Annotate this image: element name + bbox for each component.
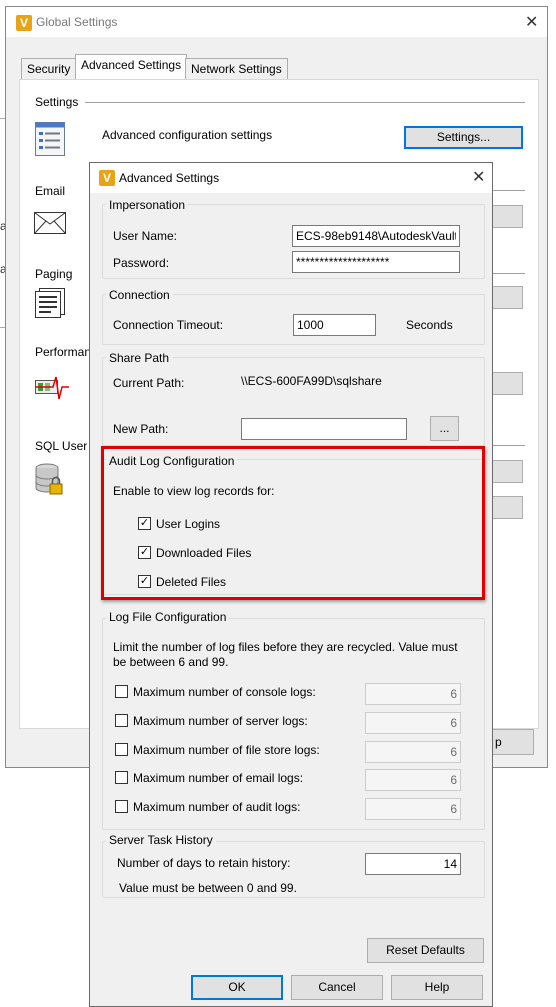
ok-button[interactable]: OK [191,975,283,1000]
paging-document-icon [35,288,65,318]
performance-pulse-icon [35,373,69,403]
reset-defaults-button[interactable]: Reset Defaults [367,938,484,963]
global-titlebar: V Global Settings ✕ [6,7,547,37]
audit-logs-label: Maximum number of audit logs: [133,800,301,814]
username-input[interactable] [292,225,460,247]
server-logs-checkbox[interactable] [115,714,128,727]
task-history-header: Server Task History [106,833,216,847]
tab-advanced-settings[interactable]: Advanced Settings [75,54,188,80]
file-store-logs-checkbox[interactable] [115,743,128,756]
open-settings-button[interactable]: Settings... [404,126,523,149]
log-file-description-line-1: Limit the number of log files before the… [113,640,458,654]
connection-timeout-unit: Seconds [406,318,453,332]
settings-section-header: Settings [35,95,79,109]
performance-settings-button-fragment[interactable] [490,372,523,395]
server-logs-input[interactable] [365,712,461,734]
email-logs-input[interactable] [365,769,461,791]
tab-network-settings[interactable]: Network Settings [185,58,288,80]
impersonation-header: Impersonation [106,198,189,212]
cancel-button[interactable]: Cancel [291,975,383,1000]
console-logs-checkbox[interactable] [115,685,128,698]
console-logs-label: Maximum number of console logs: [133,685,316,699]
global-help-button-fragment-label: p [495,735,502,749]
retain-days-label: Number of days to retain history: [117,856,291,870]
paging-section-header: Paging [35,267,73,281]
sql-section-divider [490,445,525,446]
email-envelope-icon [34,212,66,234]
new-path-input[interactable] [241,418,407,440]
sql-settings-button-fragment-2[interactable] [490,496,523,519]
log-file-description-line-2: be between 6 and 99. [113,655,229,669]
username-label: User Name: [113,229,178,243]
email-logs-label: Maximum number of email logs: [133,771,304,785]
retain-days-input[interactable] [365,853,461,875]
share-path-header: Share Path [106,351,173,365]
dialog-vault-logo-icon: V [99,170,115,186]
dialog-close-icon[interactable]: ✕ [472,170,485,186]
email-section-divider [490,190,525,191]
settings-description: Advanced configuration settings [102,128,273,142]
password-label: Password: [113,256,170,270]
email-logs-checkbox[interactable] [115,771,128,784]
file-store-logs-input[interactable] [365,741,461,763]
global-help-button-fragment[interactable]: p [490,729,534,755]
dialog-title: Advanced Settings [119,171,220,185]
help-button[interactable]: Help [391,975,483,1000]
server-logs-label: Maximum number of server logs: [133,714,308,728]
new-path-label: New Path: [113,422,169,436]
global-window-title: Global Settings [36,15,118,29]
vault-logo-icon: V [16,15,32,31]
connection-timeout-input[interactable] [293,314,376,336]
retain-days-note: Value must be between 0 and 99. [119,881,297,895]
log-file-header: Log File Configuration [106,610,230,624]
dialog-titlebar: V Advanced Settings ✕ [90,163,492,193]
paging-section-divider [490,273,525,274]
connection-header: Connection [106,288,173,302]
email-section-header: Email [35,184,66,198]
settings-list-icon [35,122,65,156]
file-store-logs-label: Maximum number of file store logs: [133,743,320,757]
database-lock-icon [35,463,67,497]
sql-settings-button-fragment-1[interactable] [490,460,523,483]
connection-timeout-label: Connection Timeout: [113,318,224,332]
audit-logs-input[interactable] [365,798,461,820]
tab-security[interactable]: Security [21,58,77,80]
browse-path-button[interactable]: ... [430,416,459,441]
console-logs-input[interactable] [365,683,461,705]
current-path-value: \\ECS-600FA99D\sqlshare [241,374,382,388]
password-input[interactable] [292,251,460,273]
audit-logs-checkbox[interactable] [115,800,128,813]
current-path-label: Current Path: [113,376,185,390]
email-settings-button-fragment[interactable] [490,205,523,228]
global-close-icon[interactable]: ✕ [525,15,538,31]
paging-settings-button-fragment[interactable] [490,286,523,309]
performance-section-header: Performan [35,345,92,359]
settings-section-divider [85,102,525,103]
audit-log-highlight-box [101,446,485,600]
